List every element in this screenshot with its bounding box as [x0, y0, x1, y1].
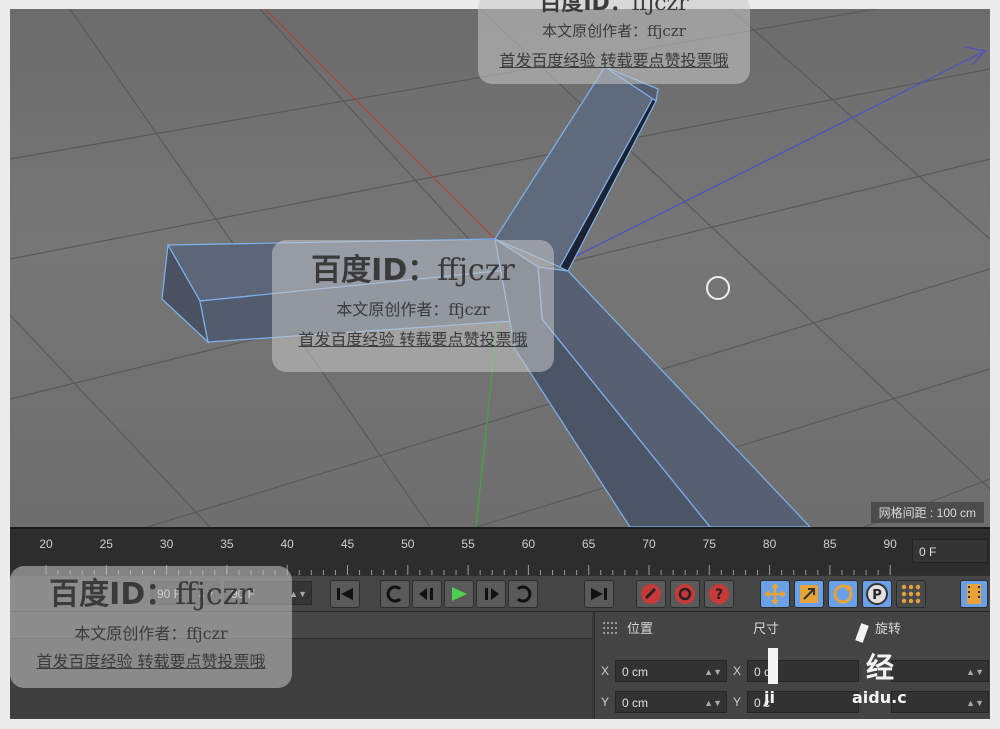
site-logo-watermark: 经 ji aidu.c — [740, 623, 950, 712]
rotate-icon — [833, 584, 853, 604]
go-to-end-button[interactable] — [584, 580, 614, 608]
timeline-ruler[interactable]: 20 25 30 35 40 45 50 55 60 65 70 75 80 85 90 0 F — [10, 527, 990, 577]
c4d-window: 网格间距 : 100 cm 20 25 30 35 40 45 50 55 60 65 70 75 80… — [10, 9, 990, 719]
auto-key-icon — [675, 584, 695, 604]
skip-end-icon — [591, 588, 607, 600]
pos-x-value: 0 cm — [622, 665, 649, 679]
panel-grip-icon — [603, 622, 617, 634]
record-button[interactable] — [636, 580, 666, 608]
perspective-viewport[interactable]: 网格间距 : 100 cm — [10, 9, 990, 527]
cursor-ring-icon — [706, 276, 730, 300]
ruler-label: 25 — [99, 537, 113, 551]
play-icon — [452, 587, 467, 601]
auto-key-button[interactable] — [670, 580, 700, 608]
ruler-label: 40 — [280, 537, 294, 551]
previous-frame-button[interactable] — [412, 580, 442, 608]
pos-x-label: X — [601, 664, 610, 678]
top-arm[interactable] — [494, 66, 659, 272]
film-strip-button[interactable] — [960, 580, 988, 608]
start-frame-field[interactable]: 90 F ▲▼ — [150, 581, 220, 605]
start-frame-value: 90 F — [157, 587, 182, 601]
pos-y-field[interactable]: 0 cm ▲▼ — [615, 691, 727, 713]
next-key-icon — [516, 585, 532, 603]
film-strip-icon — [967, 584, 981, 604]
step-back-icon — [419, 588, 433, 600]
transport-bar: 90 F ▲▼ 90 F ▲▼ ? P — [10, 575, 990, 612]
dots-grid-icon — [901, 584, 921, 604]
scale-icon — [800, 585, 818, 603]
logo-glyph-jing: 经 — [866, 651, 895, 684]
end-frame-field[interactable]: 90 F ▲▼ — [224, 581, 312, 605]
material-panel[interactable] — [10, 612, 592, 719]
p-key-icon: P — [866, 583, 888, 605]
next-frame-button[interactable] — [476, 580, 506, 608]
parameter-key-button[interactable]: P — [862, 580, 892, 608]
ruler-label: 55 — [461, 537, 475, 551]
point-level-button[interactable] — [896, 580, 926, 608]
ruler-label: 45 — [340, 537, 355, 551]
svg-text:P: P — [872, 588, 882, 603]
ruler-label: 65 — [582, 537, 596, 551]
current-frame-field[interactable]: 0 F — [912, 539, 988, 563]
previous-key-button[interactable] — [380, 580, 410, 608]
rotate-tool-button[interactable] — [828, 580, 858, 608]
move-arrows-icon — [764, 583, 786, 605]
pos-x-field[interactable]: 0 cm ▲▼ — [615, 660, 727, 682]
ruler-label: 50 — [401, 537, 415, 551]
ruler-label: 20 — [39, 537, 53, 551]
ruler-label: 35 — [220, 537, 234, 551]
skip-start-icon — [337, 588, 353, 600]
ruler-label: 85 — [823, 537, 837, 551]
end-frame-value: 90 F — [231, 587, 256, 601]
ruler-label: 75 — [702, 537, 716, 551]
logo-text-ji: ji — [764, 688, 775, 707]
question-key-icon: ? — [709, 584, 729, 604]
step-forward-icon — [485, 588, 499, 600]
logo-block-left — [768, 648, 778, 684]
material-panel-toolbar — [10, 612, 592, 639]
go-to-start-button[interactable] — [330, 580, 360, 608]
logo-text-baidu: aidu.c — [852, 688, 907, 707]
play-button[interactable] — [444, 580, 474, 608]
scale-tool-button[interactable] — [794, 580, 824, 608]
left-arm[interactable] — [161, 238, 543, 344]
move-tool-button[interactable] — [760, 580, 790, 608]
record-key-icon — [641, 584, 661, 604]
svg-text:?: ? — [715, 587, 723, 603]
pos-y-value: 0 cm — [622, 696, 649, 710]
ruler-label: 70 — [642, 537, 656, 551]
bottom-arm[interactable] — [494, 237, 811, 527]
next-key-button[interactable] — [508, 580, 538, 608]
ruler-label: 30 — [159, 537, 174, 551]
pos-y-label: Y — [601, 695, 610, 709]
ruler-label: 90 — [883, 537, 897, 551]
grid-spacing-label: 网格间距 : 100 cm — [870, 502, 984, 523]
viewport-scene — [10, 9, 990, 527]
prev-key-icon — [386, 585, 402, 603]
ruler-label: 80 — [762, 537, 777, 551]
ruler-label: 60 — [521, 537, 536, 551]
key-mode-button[interactable]: ? — [704, 580, 734, 608]
position-header: 位置 — [627, 621, 654, 636]
x-axis-line — [264, 9, 506, 250]
